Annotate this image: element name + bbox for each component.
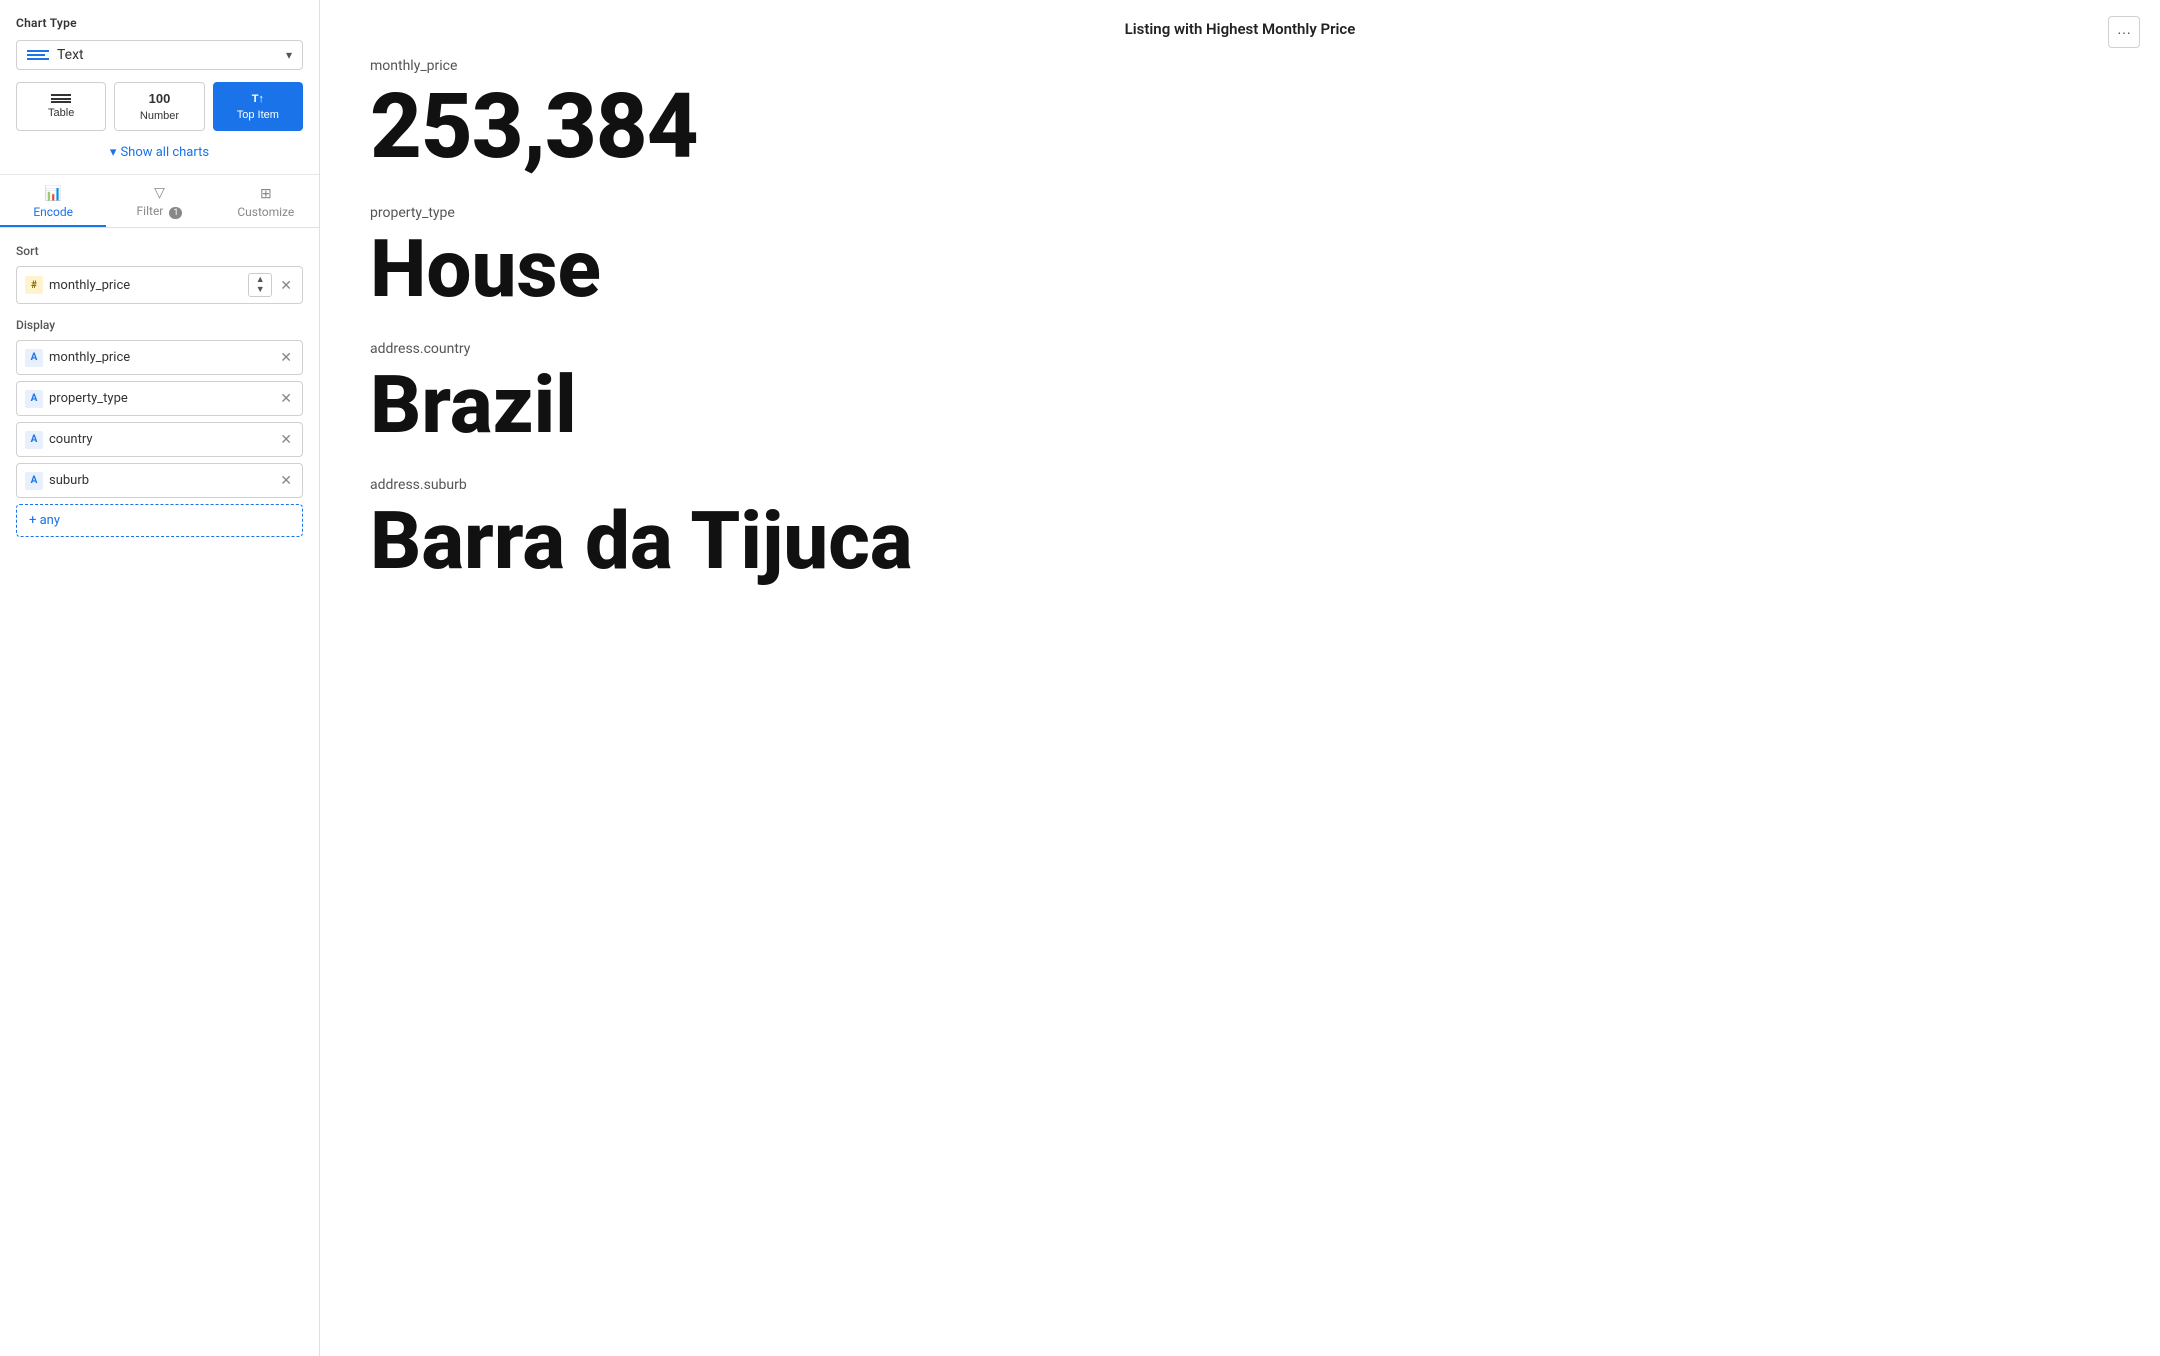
variant-number-label: Number — [140, 110, 179, 122]
display-field-delete-button-0[interactable]: ✕ — [278, 347, 294, 368]
encode-icon: 📊 — [44, 186, 61, 202]
display-field-row-3: A suburb ✕ — [16, 463, 303, 498]
display-field-row-1: A property_type ✕ — [16, 381, 303, 416]
metric-block-3: address.suburb Barra da Tijuca — [370, 477, 2110, 583]
variant-topitem-label: Top Item — [237, 109, 279, 121]
metric-label-1: property_type — [370, 205, 2110, 221]
metric-label-3: address.suburb — [370, 477, 2110, 493]
display-field-delete-button-2[interactable]: ✕ — [278, 429, 294, 450]
metric-value-0: 253,384 — [370, 80, 2110, 175]
variant-table-label: Table — [48, 107, 74, 119]
display-field-name-2: country — [49, 432, 272, 447]
display-field-delete-button-1[interactable]: ✕ — [278, 388, 294, 409]
metric-block-2: address.country Brazil — [370, 341, 2110, 447]
tab-customize[interactable]: ⊞ Customize — [213, 175, 319, 227]
display-field-name-3: suburb — [49, 473, 272, 488]
add-any-label: + any — [29, 513, 60, 528]
variant-number-button[interactable]: 100 Number — [114, 82, 204, 131]
tabs-row: 📊 Encode ▽ Filter 1 ⊞ Customize — [0, 175, 319, 228]
variant-table-button[interactable]: Table — [16, 82, 106, 131]
chart-title: Listing with Highest Monthly Price — [1125, 20, 1356, 38]
variant-topitem-button[interactable]: T↑ Top Item — [213, 82, 303, 131]
show-all-charts-link[interactable]: ▾ Show all charts — [16, 145, 303, 174]
more-options-icon: ··· — [2117, 24, 2131, 40]
text-chart-icon — [27, 50, 49, 60]
tab-filter[interactable]: ▽ Filter 1 — [106, 175, 212, 227]
topitem-icon: T↑ — [252, 93, 264, 105]
show-all-charts-label: Show all charts — [120, 145, 209, 160]
number-icon: 100 — [149, 91, 171, 106]
metric-block-1: property_type House — [370, 205, 2110, 311]
chart-content: monthly_price 253,384 property_type Hous… — [320, 58, 2160, 1356]
display-label: Display — [16, 318, 303, 332]
chart-type-label: Chart Type — [16, 16, 303, 30]
sort-field-row: # monthly_price ▲ ▼ ✕ — [16, 266, 303, 304]
metric-label-2: address.country — [370, 341, 2110, 357]
tab-encode[interactable]: 📊 Encode — [0, 175, 106, 227]
display-field-row-2: A country ✕ — [16, 422, 303, 457]
more-options-button[interactable]: ··· — [2108, 16, 2140, 48]
encode-section: Sort # monthly_price ▲ ▼ ✕ Display A mon… — [0, 228, 319, 553]
metric-value-2: Brazil — [370, 363, 2110, 447]
text-type-icon-0: A — [25, 349, 43, 367]
customize-icon: ⊞ — [260, 186, 272, 202]
left-panel: Chart Type Text ▾ Table 100 Number — [0, 0, 320, 1356]
sort-field-delete-button[interactable]: ✕ — [278, 275, 294, 296]
table-icon — [51, 94, 71, 103]
tab-filter-label: Filter 1 — [137, 204, 183, 219]
sort-field-name: monthly_price — [49, 278, 242, 293]
filter-badge: 1 — [169, 207, 182, 219]
add-any-button[interactable]: + any — [16, 504, 303, 537]
metric-value-1: House — [370, 227, 2110, 311]
chart-type-dropdown[interactable]: Text ▾ — [16, 40, 303, 70]
sort-label: Sort — [16, 244, 303, 258]
show-all-charts-chevron: ▾ — [110, 145, 117, 160]
chart-header: Listing with Highest Monthly Price ··· — [320, 0, 2160, 58]
metric-block-0: monthly_price 253,384 — [370, 58, 2110, 175]
display-field-row-0: A monthly_price ✕ — [16, 340, 303, 375]
chart-type-selected-label: Text — [57, 47, 286, 63]
sort-arrows-icon: ▲ ▼ — [256, 276, 265, 295]
dropdown-arrow-icon: ▾ — [286, 48, 292, 62]
chart-variants: Table 100 Number T↑ Top Item — [16, 82, 303, 131]
display-field-name-0: monthly_price — [49, 350, 272, 365]
text-type-icon-3: A — [25, 472, 43, 490]
right-panel: Listing with Highest Monthly Price ··· m… — [320, 0, 2160, 1356]
tab-customize-label: Customize — [237, 205, 294, 219]
display-field-delete-button-3[interactable]: ✕ — [278, 470, 294, 491]
text-type-icon-2: A — [25, 431, 43, 449]
filter-icon: ▽ — [154, 185, 165, 201]
metric-value-3: Barra da Tijuca — [370, 499, 2110, 583]
display-field-name-1: property_type — [49, 391, 272, 406]
hash-type-icon: # — [25, 276, 43, 294]
chart-type-section: Chart Type Text ▾ Table 100 Number — [0, 0, 319, 175]
metric-label-0: monthly_price — [370, 58, 2110, 74]
tab-encode-label: Encode — [33, 205, 73, 219]
sort-direction-button[interactable]: ▲ ▼ — [248, 273, 272, 297]
text-type-icon-1: A — [25, 390, 43, 408]
